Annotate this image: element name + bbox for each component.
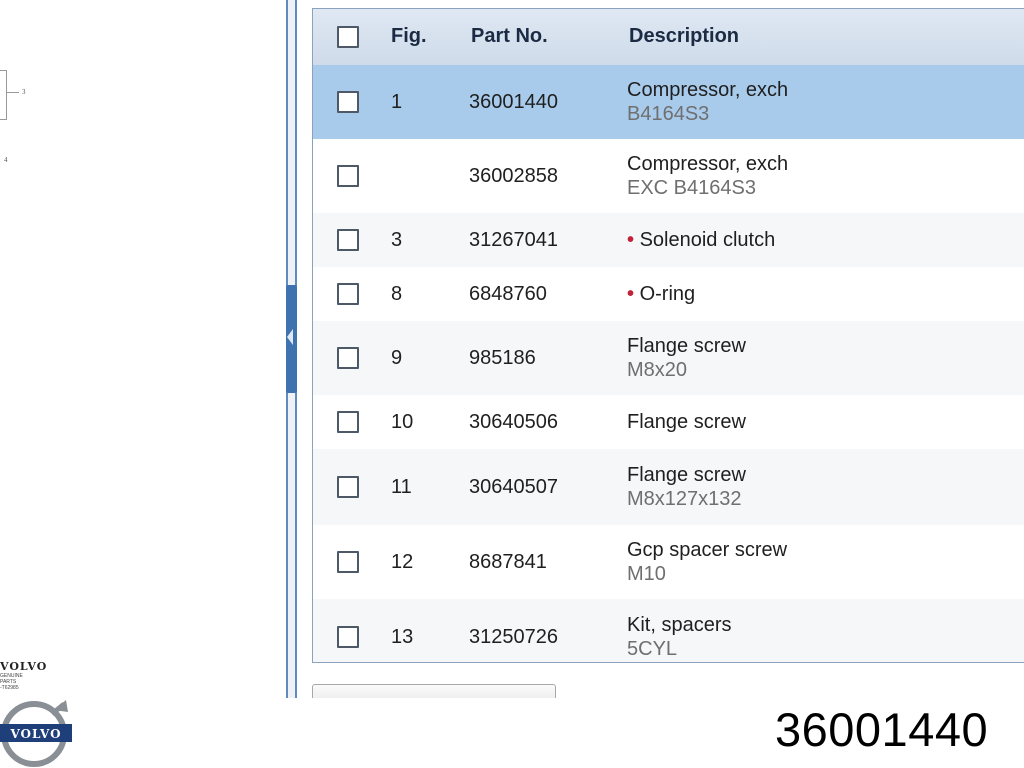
fig-cell: 1 <box>391 91 403 113</box>
table-row[interactable]: 1 36001440 Compressor, exch B4164S3 <box>313 65 1024 140</box>
row-checkbox[interactable] <box>337 551 359 573</box>
description-subtext: EXC B4164S3 <box>627 177 756 199</box>
fig-cell: 11 <box>391 476 412 498</box>
description-subtext: M8x127x132 <box>627 488 742 510</box>
row-checkbox[interactable] <box>337 165 359 187</box>
description-cell: Compressor, exch EXC B4164S3 <box>627 152 788 200</box>
table-row[interactable]: 3 31267041 • Solenoid clutch <box>313 213 1024 268</box>
parts-catalog-page: 3 4 Fig. Part No. Description 1 36001440 C… <box>0 0 1024 768</box>
volvo-logo-wordmark: VOLVO <box>9 727 61 741</box>
volvo-stamp-line1: GENUINE PARTS <box>0 673 23 685</box>
row-checkbox[interactable] <box>337 229 359 251</box>
table-row[interactable]: 8 6848760 • O-ring <box>313 267 1024 322</box>
column-header-part-no[interactable]: Part No. <box>471 25 548 48</box>
table-row[interactable]: 10 30640506 Flange screw <box>313 395 1024 450</box>
fig-cell: 10 <box>391 411 414 433</box>
description-subtext: M10 <box>627 563 666 585</box>
select-all-checkbox[interactable] <box>337 26 359 48</box>
fig-cell: 13 <box>391 626 414 648</box>
description-cell: Gcp spacer screw M10 <box>627 538 787 586</box>
table-row[interactable]: 13 31250726 Kit, spacers 5CYL <box>313 599 1024 662</box>
part-number-cell[interactable]: 985186 <box>469 346 536 370</box>
description-subtext: M8x20 <box>627 359 688 381</box>
description-cell: Compressor, exch B4164S3 <box>627 78 788 126</box>
volvo-stamp-line2: -T62985 <box>0 685 19 691</box>
description-text: O-ring <box>639 283 696 305</box>
description-cell: • Solenoid clutch <box>627 228 775 252</box>
description-text: Compressor, exch <box>627 79 789 101</box>
table-header: Fig. Part No. Description <box>313 9 1024 66</box>
row-checkbox[interactable] <box>337 347 359 369</box>
parts-table: Fig. Part No. Description 1 36001440 Compr… <box>312 8 1024 663</box>
part-number-cell[interactable]: 8687841 <box>469 550 547 574</box>
description-text: Kit, spacers <box>627 614 732 636</box>
description-subtext: 5CYL <box>627 638 678 660</box>
description-cell: Flange screw M8x127x132 <box>627 463 746 511</box>
column-header-description[interactable]: Description <box>629 25 739 48</box>
volvo-stamp-wordmark: VOLVO <box>0 660 48 673</box>
diagram-leader-line <box>7 92 19 93</box>
fig-cell: 9 <box>391 347 403 369</box>
diagram-callout-4[interactable]: 4 <box>4 156 8 164</box>
description-cell: Kit, spacers 5CYL <box>627 613 731 661</box>
volvo-logo-icon: VOLVO <box>0 700 72 767</box>
row-checkbox[interactable] <box>337 411 359 433</box>
collapse-arrow-icon[interactable] <box>287 329 293 345</box>
description-text: Compressor, exch <box>627 153 789 175</box>
part-number-cell[interactable]: 31250726 <box>469 625 558 649</box>
table-row[interactable]: 9 985186 Flange screw M8x20 <box>313 321 1024 396</box>
description-text: Solenoid clutch <box>639 229 776 251</box>
part-number-cell[interactable]: 30640506 <box>469 410 558 434</box>
fig-cell: 3 <box>391 229 403 251</box>
part-number-cell[interactable]: 31267041 <box>469 228 558 252</box>
table-row[interactable]: 11 30640507 Flange screw M8x127x132 <box>313 449 1024 526</box>
column-header-fig[interactable]: Fig. <box>391 25 427 48</box>
overlay-part-number: 36001440 <box>775 703 989 756</box>
volvo-stamp: VOLVO GENUINE PARTS -T62985 <box>0 660 48 691</box>
part-number-cell[interactable]: 6848760 <box>469 282 547 306</box>
description-text: Flange screw <box>627 335 746 357</box>
description-text: Flange screw <box>627 411 746 433</box>
part-number-cell[interactable]: 36002858 <box>469 164 558 188</box>
table-row[interactable]: 36002858 Compressor, exch EXC B4164S3 <box>313 139 1024 214</box>
description-subtext: B4164S3 <box>627 103 710 125</box>
row-checkbox[interactable] <box>337 476 359 498</box>
table-row[interactable]: 12 8687841 Gcp spacer screw M10 <box>313 525 1024 600</box>
description-text: Gcp spacer screw <box>627 539 788 561</box>
diagram-callout-3[interactable]: 3 <box>22 88 26 96</box>
item-bullet: • <box>627 229 635 251</box>
part-number-cell[interactable]: 30640507 <box>469 475 558 499</box>
description-cell: • O-ring <box>627 282 695 306</box>
diagram-part-outline <box>0 70 7 120</box>
row-checkbox[interactable] <box>337 626 359 648</box>
row-checkbox[interactable] <box>337 283 359 305</box>
row-checkbox[interactable] <box>337 91 359 113</box>
fig-cell: 8 <box>391 283 403 305</box>
description-cell: Flange screw <box>627 410 746 434</box>
item-bullet: • <box>627 283 635 305</box>
fig-cell: 12 <box>391 551 414 573</box>
diagram-pane: 3 4 <box>0 0 286 700</box>
description-cell: Flange screw M8x20 <box>627 334 746 382</box>
description-text: Flange screw <box>627 464 746 486</box>
part-number-cell[interactable]: 36001440 <box>469 90 558 114</box>
